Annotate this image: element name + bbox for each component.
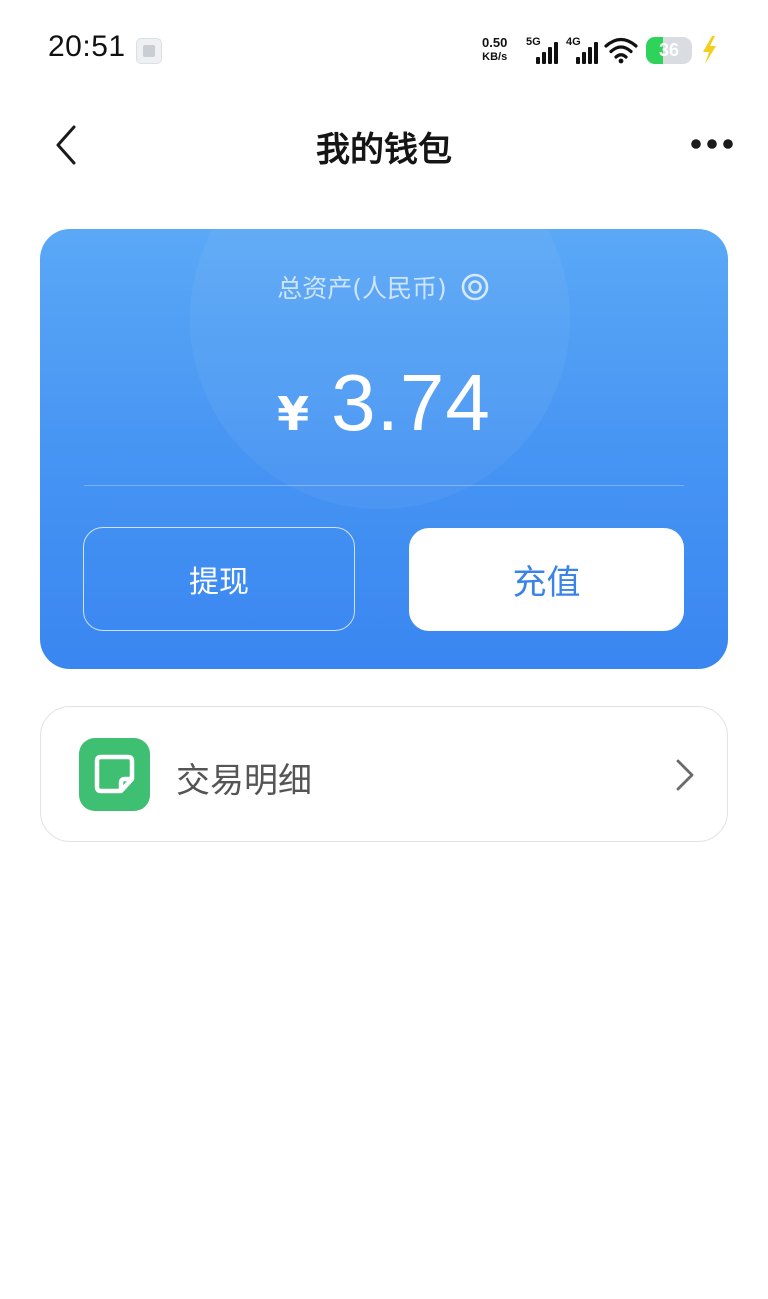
more-horizontal-icon	[691, 139, 733, 149]
withdraw-button[interactable]: 提现	[83, 527, 355, 631]
page-title: 我的钱包	[316, 130, 452, 170]
transaction-details-row[interactable]: 交易明细	[40, 706, 728, 842]
note-icon	[79, 738, 150, 811]
total-assets-label: 总资产(人民币)	[277, 274, 447, 303]
notification-icon	[136, 38, 162, 64]
transaction-details-label: 交易明细	[176, 761, 312, 801]
network-speed-unit: KB/s	[482, 51, 508, 63]
signal-5g-icon: 5G	[526, 36, 558, 64]
note-icon-glyph	[94, 754, 135, 794]
card-divider	[84, 485, 684, 486]
balance-display: ¥ 3.74	[40, 357, 728, 449]
battery-icon: 36	[646, 37, 692, 64]
balance-amount: 3.74	[331, 358, 491, 447]
wallet-balance-card: 总资产(人民币) ¥ 3.74 提现 充值	[40, 229, 728, 669]
wifi-icon	[604, 37, 638, 64]
currency-symbol: ¥	[277, 387, 310, 441]
eye-icon	[461, 273, 489, 301]
signal-4g-icon: 4G	[566, 36, 598, 64]
app-header: 我的钱包	[0, 100, 768, 190]
charging-icon	[703, 36, 716, 64]
asset-label-row: 总资产(人民币)	[40, 269, 728, 305]
more-button[interactable]	[684, 122, 740, 166]
recharge-label: 充值	[512, 563, 581, 603]
battery-level: 36	[658, 40, 680, 60]
network-speed-value: 0.50	[482, 35, 508, 50]
chevron-right-icon	[676, 759, 694, 791]
network-speed: 0.50 KB/s	[482, 36, 507, 64]
recharge-button[interactable]: 充值	[409, 528, 684, 631]
toggle-visibility-button[interactable]	[459, 271, 491, 303]
withdraw-label: 提现	[189, 565, 249, 600]
status-time: 20:51	[48, 30, 126, 63]
status-bar: 20:51 0.50 KB/s 5G 4G 36	[0, 0, 768, 100]
